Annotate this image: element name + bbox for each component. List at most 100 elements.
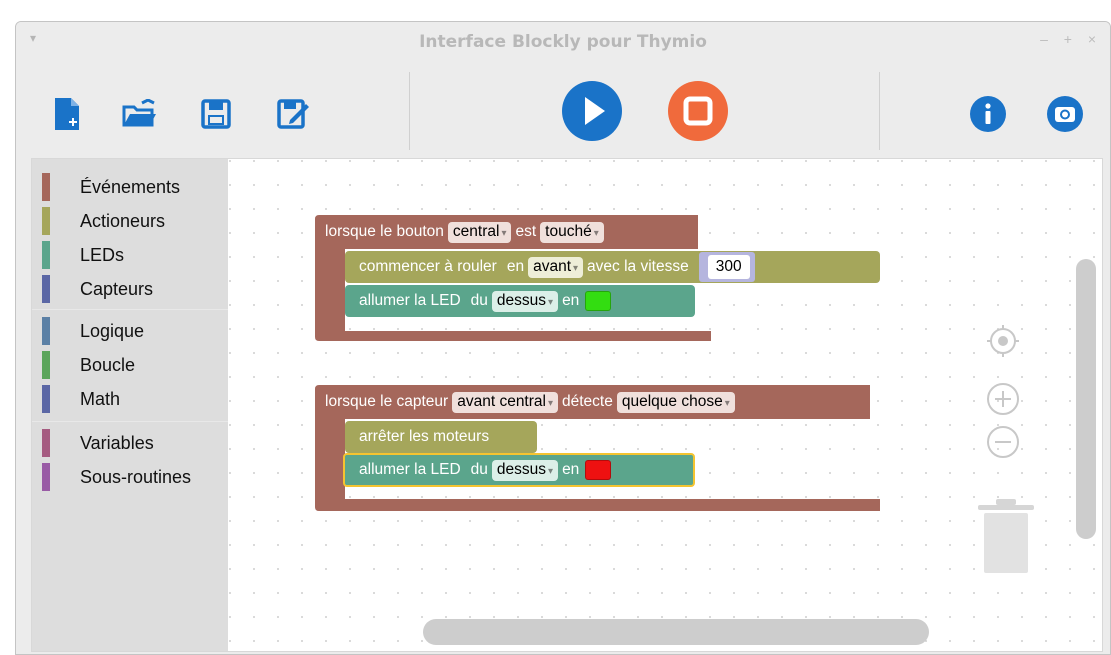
workspace: Événements Actioneurs LEDs Capteurs Logi… (31, 158, 1103, 652)
category-color-swatch (42, 207, 50, 235)
speed-value[interactable]: 300 (707, 255, 750, 279)
title-bar: ▾ Interface Blockly pour Thymio – + × (16, 22, 1110, 62)
block-text: lorsque le capteur (325, 393, 449, 410)
move-block[interactable]: commencer à rouler en avant ▾ avec la vit… (345, 251, 880, 283)
category-label: Actioneurs (80, 211, 166, 231)
info-button[interactable] (966, 92, 1010, 136)
category-color-swatch (42, 241, 50, 269)
category-actioneurs[interactable]: Actioneurs (42, 205, 228, 237)
field-value: dessus (496, 291, 547, 309)
recenter-icon[interactable] (986, 324, 1020, 358)
field-value: central (452, 222, 500, 240)
block-text: en (562, 292, 580, 309)
direction-dropdown[interactable]: avant ▾ (528, 256, 584, 278)
dropdown-arrow-icon: ▾ (724, 397, 730, 409)
run-button[interactable] (562, 81, 622, 141)
category-color-swatch (42, 429, 50, 457)
category-evenements[interactable]: Événements (42, 171, 228, 203)
category-label: Capteurs (80, 279, 154, 299)
category-color-swatch (42, 351, 50, 379)
dropdown-arrow-icon: ▾ (548, 296, 554, 308)
category-label: Boucle (80, 355, 136, 375)
block-text: du (470, 461, 488, 478)
sensor-state-dropdown[interactable]: quelque chose ▾ (616, 391, 735, 413)
category-color-swatch (42, 317, 50, 345)
category-color-swatch (42, 173, 50, 201)
save-as-button[interactable] (271, 92, 315, 136)
category-variables[interactable]: Variables (42, 427, 228, 459)
info-icon (970, 96, 1006, 132)
event-block-header: lorsque le bouton central ▾ est touché ▾ (315, 216, 608, 248)
zoom-out-icon[interactable] (986, 425, 1020, 459)
led-color-picker[interactable] (585, 460, 612, 480)
block-text: du (470, 292, 488, 309)
category-sous-routines[interactable]: Sous-routines (42, 461, 228, 493)
toolbar-separator (409, 72, 410, 150)
horizontal-scrollbar[interactable] (423, 619, 929, 645)
dropdown-arrow-icon: ▾ (593, 227, 599, 239)
category-leds[interactable]: LEDs (42, 239, 228, 271)
category-label: Sous-routines (80, 467, 192, 487)
save-button[interactable] (194, 92, 238, 136)
block-text: allumer la LED (359, 292, 461, 309)
block-text: arrêter les moteurs (359, 428, 490, 445)
field-value: touché (545, 222, 592, 240)
toolbar (16, 62, 1110, 162)
led-position-dropdown[interactable]: dessus ▾ (491, 459, 559, 481)
zoom-in-icon[interactable] (986, 382, 1020, 416)
block-text: commencer à rouler (359, 258, 497, 275)
field-value: avant (533, 257, 571, 275)
category-color-swatch (42, 463, 50, 491)
trash-icon[interactable] (976, 499, 1036, 575)
field-value: avant central (457, 392, 546, 410)
block-canvas[interactable]: lorsque le bouton central ▾ est touché ▾ c… (228, 159, 1102, 651)
led-position-dropdown[interactable]: dessus ▾ (491, 290, 559, 312)
toolbox: Événements Actioneurs LEDs Capteurs Logi… (32, 159, 228, 651)
button-select-dropdown[interactable]: central ▾ (447, 221, 512, 243)
new-file-button[interactable] (46, 92, 90, 136)
speed-number-block[interactable]: 300 (698, 252, 755, 282)
block-text: lorsque le bouton (325, 223, 444, 240)
block-text: détecte (562, 393, 613, 410)
camera-icon (1047, 96, 1083, 132)
category-logique[interactable]: Logique (42, 315, 228, 347)
save-as-icon (277, 99, 309, 129)
stop-motors-block[interactable]: arrêter les moteurs (345, 421, 537, 453)
window-title: Interface Blockly pour Thymio (419, 32, 707, 52)
dropdown-arrow-icon: ▾ (501, 227, 507, 239)
button-state-dropdown[interactable]: touché ▾ (540, 221, 604, 243)
event-block-header: lorsque le capteur avant central ▾ détect… (315, 386, 739, 418)
block-text: allumer la LED (359, 461, 461, 478)
new-file-icon (55, 98, 79, 130)
save-icon (201, 99, 231, 129)
field-value: dessus (496, 460, 547, 478)
led-color-picker[interactable] (585, 291, 612, 311)
category-math[interactable]: Math (42, 383, 228, 415)
dropdown-arrow-icon: ▾ (548, 465, 554, 477)
led-top-block-selected[interactable]: allumer la LED du dessus ▾ en (343, 453, 695, 487)
category-color-swatch (42, 385, 50, 413)
block-text: en (506, 258, 525, 275)
block-text: en (562, 461, 580, 478)
window-controls[interactable]: – + × (1040, 31, 1102, 47)
screenshot-button[interactable] (1043, 92, 1087, 136)
app-window: ▾ Interface Blockly pour Thymio – + × Év… (15, 21, 1111, 655)
led-top-block[interactable]: allumer la LED du dessus ▾ en (345, 285, 695, 317)
open-folder-icon (122, 99, 156, 127)
category-label: Logique (80, 321, 145, 341)
category-separator (32, 421, 228, 422)
vertical-scrollbar[interactable] (1076, 259, 1096, 539)
toolbar-separator-2 (879, 72, 880, 150)
category-boucle[interactable]: Boucle (42, 349, 228, 381)
sensor-select-dropdown[interactable]: avant central ▾ (452, 391, 558, 413)
category-capteurs[interactable]: Capteurs (42, 273, 228, 305)
field-value: quelque chose (621, 392, 723, 410)
block-text: est (515, 223, 537, 240)
open-button[interactable] (118, 92, 162, 136)
category-label: Variables (80, 433, 154, 453)
category-label: Événements (80, 177, 181, 197)
category-label: LEDs (80, 245, 125, 265)
play-icon (585, 97, 605, 125)
stop-button[interactable] (668, 81, 728, 141)
category-separator (32, 309, 228, 310)
